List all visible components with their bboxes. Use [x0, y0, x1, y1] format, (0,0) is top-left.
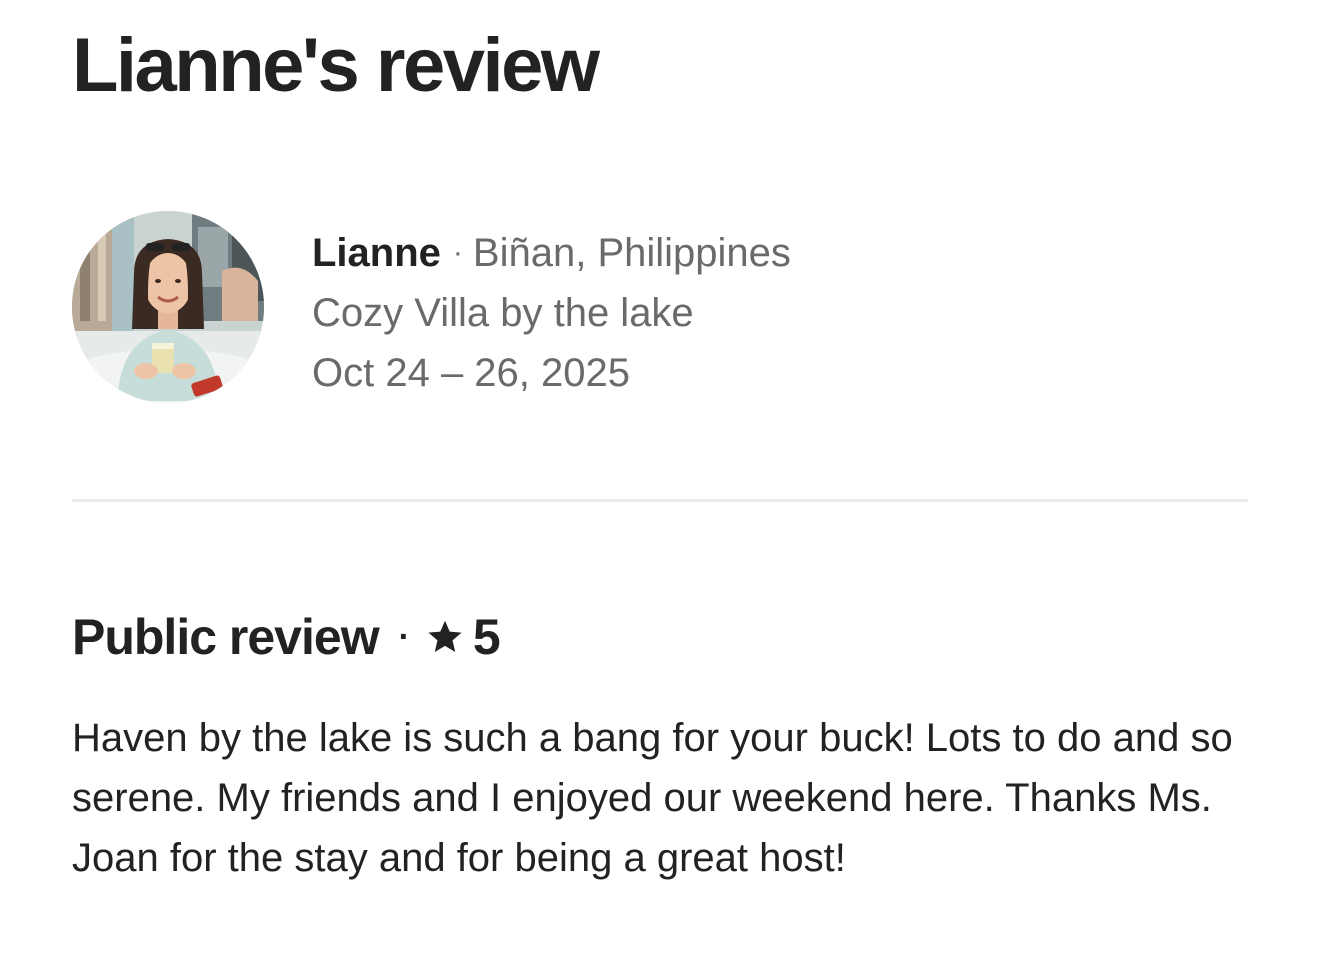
star-icon: [428, 620, 462, 652]
reviewer-info: Lianne · Biñan, Philippines Cozy Villa by …: [312, 223, 791, 403]
public-review-heading: Public review · 5: [72, 602, 501, 672]
review-text: Haven by the lake is such a bang for you…: [72, 716, 1233, 880]
separator-dot: ·: [398, 618, 410, 656]
reviewer-name-line: Lianne · Biñan, Philippines: [312, 223, 791, 283]
public-review-label: Public review: [72, 609, 380, 665]
page-title: Lianne's review: [72, 23, 600, 108]
avatar[interactable]: [72, 211, 264, 403]
section-divider: [72, 499, 1248, 502]
rating-value: 5: [472, 609, 501, 665]
reviewer-section: Lianne · Biñan, Philippines Cozy Villa by …: [72, 211, 1248, 405]
reviewer-location: Biñan, Philippines: [472, 231, 791, 275]
avatar-photo: [72, 211, 264, 403]
listing-name: Cozy Villa by the lake: [312, 291, 694, 335]
reviewer-name[interactable]: Lianne: [312, 231, 441, 275]
stay-dates: Oct 24 – 26, 2025: [312, 351, 631, 395]
separator-dot: ·: [452, 236, 463, 269]
